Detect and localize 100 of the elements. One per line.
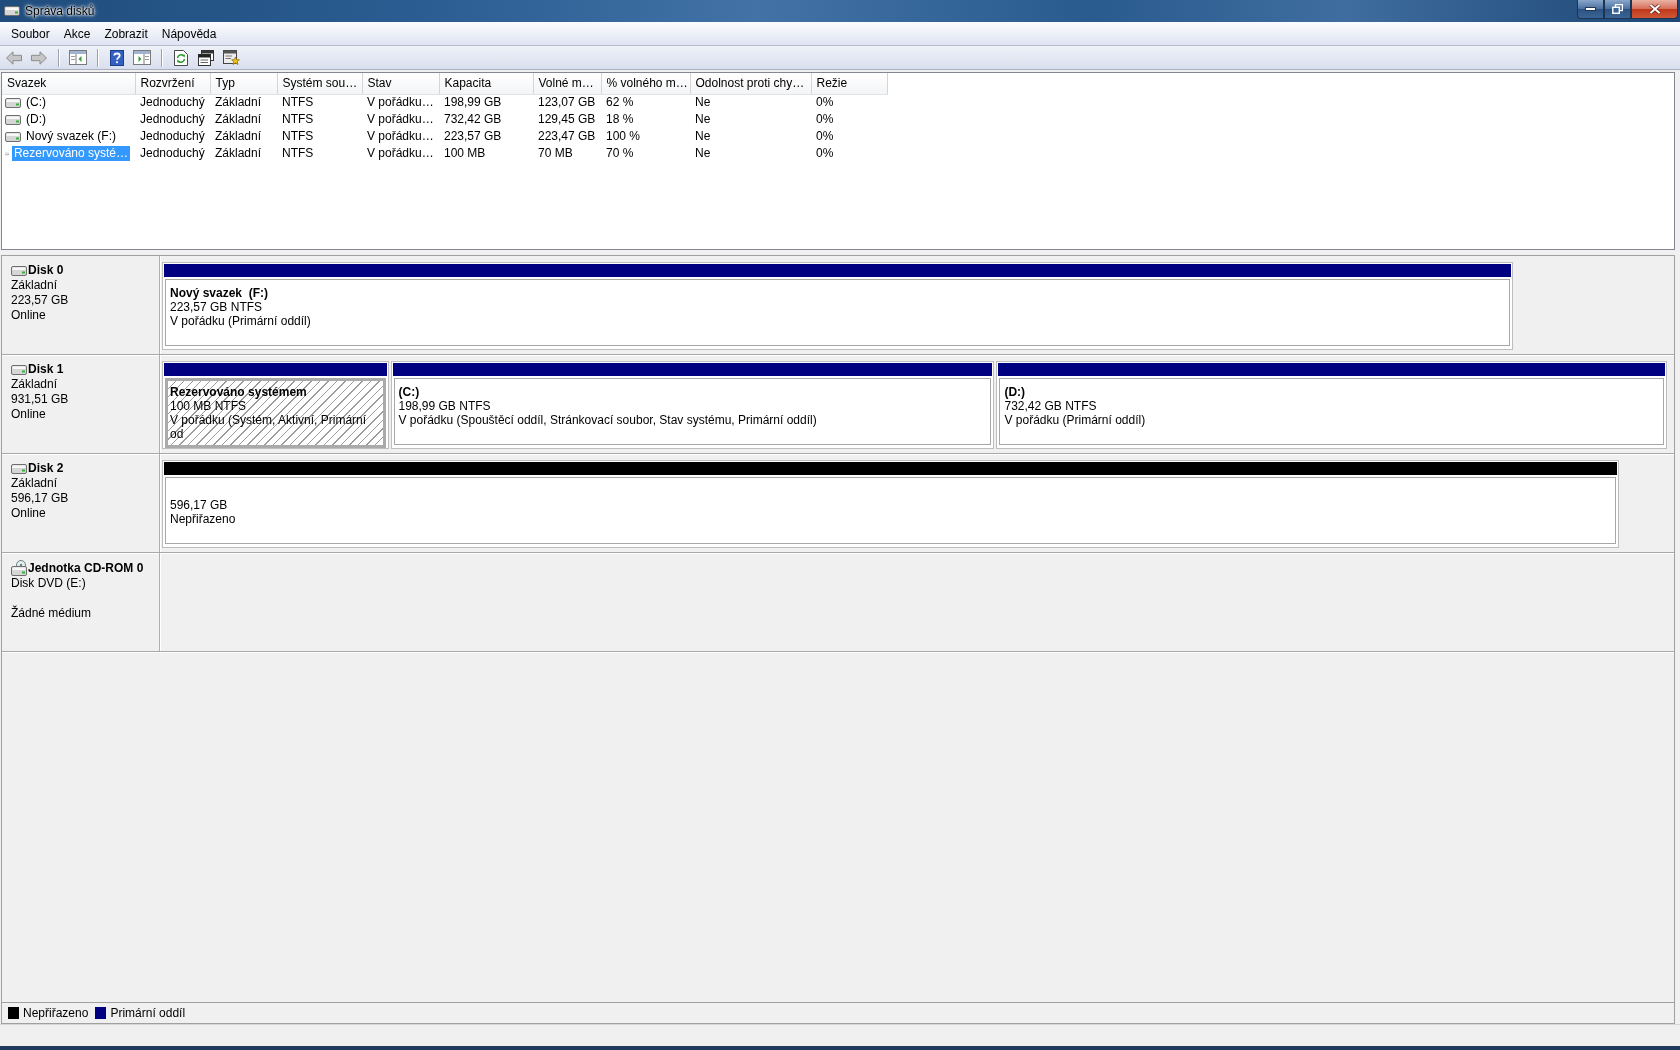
disk-type: Základní xyxy=(11,476,59,491)
table-cell-text: Ne xyxy=(694,111,712,128)
partition-block[interactable]: 596,17 GB Nepřiřazeno xyxy=(162,460,1619,548)
partition-title: Nový svazek (F:) xyxy=(170,286,270,300)
partition-title: Rezervováno systémem xyxy=(170,385,308,399)
menu-item[interactable]: Zobrazit xyxy=(97,23,155,44)
table-cell-text: NTFS xyxy=(281,111,315,128)
partition-status: V pořádku (Systém, Aktivní, Primární od xyxy=(170,413,368,441)
table-cell: Ne xyxy=(690,94,811,111)
table-cell-text: Jednoduchý xyxy=(139,111,206,128)
column-header[interactable]: Volné m… xyxy=(533,73,601,94)
partition-status: V pořádku (Primární oddíl) xyxy=(1004,413,1147,427)
table-cell: Jednoduchý xyxy=(135,94,210,111)
disk-size: 596,17 GB xyxy=(11,491,70,506)
disk-status: Online xyxy=(11,506,47,521)
window-title: Správa disků xyxy=(25,3,95,19)
partition-block[interactable]: (D:) 732,42 GB NTFS V pořádku (Primární oddíl) xyxy=(996,361,1667,449)
column-header[interactable]: Režie xyxy=(811,73,887,94)
partition-status: V pořádku (Primární oddíl) xyxy=(170,314,312,328)
column-header[interactable]: % volného m… xyxy=(601,73,690,94)
column-header[interactable]: Kapacita xyxy=(439,73,533,94)
disk-type: Základní xyxy=(11,377,59,392)
partition-block[interactable]: Nový svazek (F:) 223,57 GB NTFS V pořádku (Primární oddíl) xyxy=(162,262,1514,350)
table-cell-text: Základní xyxy=(214,111,263,128)
cd-drive-icon xyxy=(11,560,27,576)
column-header[interactable]: Rozvržení xyxy=(135,73,210,94)
table-cell-text: 223,47 GB xyxy=(537,128,597,145)
properties-icon xyxy=(198,49,214,66)
table-cell-text: NTFS xyxy=(281,145,315,162)
disk-status: Online xyxy=(11,308,47,323)
minimize-button[interactable] xyxy=(1577,0,1604,19)
disk-name: Disk 2 xyxy=(28,461,64,476)
table-cell: 198,99 GB xyxy=(439,94,533,111)
table-cell-text: 70 % xyxy=(605,145,635,162)
volume-name[interactable]: (D:) xyxy=(24,112,48,127)
table-cell-text: 0% xyxy=(815,128,835,145)
drive-icon xyxy=(11,364,27,375)
table-cell-text: V pořádku… xyxy=(366,145,435,162)
disk-status: Online xyxy=(11,407,47,422)
table-cell-text: V pořádku… xyxy=(366,128,435,145)
disk-type: Disk DVD (E:) xyxy=(11,576,87,591)
restore-icon xyxy=(1612,4,1623,14)
table-cell: 123,07 GB xyxy=(533,94,601,111)
close-button[interactable] xyxy=(1631,0,1678,19)
menu-item[interactable]: Soubor xyxy=(4,23,57,44)
disk-size: 931,51 GB xyxy=(11,392,70,407)
column-header[interactable]: Svazek xyxy=(2,73,135,94)
table-cell-text: 18 % xyxy=(605,111,635,128)
table-cell-text: 732,42 GB xyxy=(443,111,503,128)
drive-icon xyxy=(5,131,21,142)
partition-status: Nepřiřazeno xyxy=(170,512,237,526)
menu-item[interactable]: Nápověda xyxy=(154,23,224,44)
table-cell-text: Jednoduchý xyxy=(139,128,206,145)
left-pane-window-icon xyxy=(69,50,87,65)
minimize-icon xyxy=(1585,7,1596,11)
table-cell-text: Ne xyxy=(694,128,712,145)
table-cell-text: 0% xyxy=(815,111,835,128)
column-header[interactable]: Stav xyxy=(362,73,439,94)
table-cell-text: 223,57 GB xyxy=(443,128,503,145)
legend-label: Primární oddíl xyxy=(110,1005,186,1021)
column-header[interactable]: Typ xyxy=(210,73,277,94)
partition-block[interactable]: Rezervováno systémem 100 MB NTFS V pořádku (Systém, Aktivní, Primární od xyxy=(162,361,389,449)
right-pane-window-icon xyxy=(133,50,151,65)
table-cell-text: 0% xyxy=(815,145,835,162)
column-header[interactable]: Odolnost proti chy… xyxy=(690,73,811,94)
table-cell: NTFS xyxy=(277,94,362,111)
partition-status: V pořádku (Spouštěcí oddíl, Stránkovací soubor, Stav systému, Primární oddíl) xyxy=(398,413,818,427)
disk-name: Jednotka CD-ROM 0 xyxy=(28,560,144,576)
drive-icon xyxy=(4,6,20,16)
table-cell-text: Základní xyxy=(214,128,263,145)
volume-name[interactable]: Nový svazek (F:) xyxy=(24,129,118,144)
partition-size: 100 MB NTFS xyxy=(170,399,248,413)
disk-status: Žádné médium xyxy=(11,606,93,621)
partition-size: 732,42 GB NTFS xyxy=(1004,399,1098,413)
volume-name[interactable]: (C:) xyxy=(24,95,48,111)
partition-title: (C:) xyxy=(398,385,421,399)
restore-button[interactable] xyxy=(1604,0,1631,19)
drive-icon xyxy=(11,265,27,276)
table-cell-text: Základní xyxy=(214,145,263,162)
partition-title: (D:) xyxy=(1004,385,1027,399)
legend-label: Nepřiřazeno xyxy=(23,1005,89,1021)
refresh-page-icon xyxy=(174,49,188,66)
drive-icon xyxy=(5,114,21,125)
partition-size: 223,57 GB NTFS xyxy=(170,300,264,314)
right-arrow-icon xyxy=(31,50,47,65)
partition-size: 198,99 GB NTFS xyxy=(398,399,492,413)
drive-icon xyxy=(5,97,21,108)
table-cell: Základní xyxy=(210,94,277,111)
partition-block[interactable]: (C:) 198,99 GB NTFS V pořádku (Spouštěcí oddíl, Stránkovací soubor, Stav systému, Primární oddíl) xyxy=(390,361,995,449)
partition-size: 596,17 GB xyxy=(170,498,229,512)
menu-item[interactable]: Akce xyxy=(56,23,98,44)
table-cell-text: NTFS xyxy=(281,128,315,145)
table-cell-text: 100 % xyxy=(605,128,642,145)
disk-name: Disk 1 xyxy=(28,362,64,377)
column-header[interactable]: Systém sou… xyxy=(277,73,362,94)
table-cell: 0% xyxy=(811,94,887,111)
table-cell: 62 % xyxy=(601,94,690,111)
table-cell-text: 100 MB xyxy=(443,145,487,162)
table-cell-text: V pořádku… xyxy=(366,111,435,128)
table-cell-text: 129,45 GB xyxy=(537,111,597,128)
